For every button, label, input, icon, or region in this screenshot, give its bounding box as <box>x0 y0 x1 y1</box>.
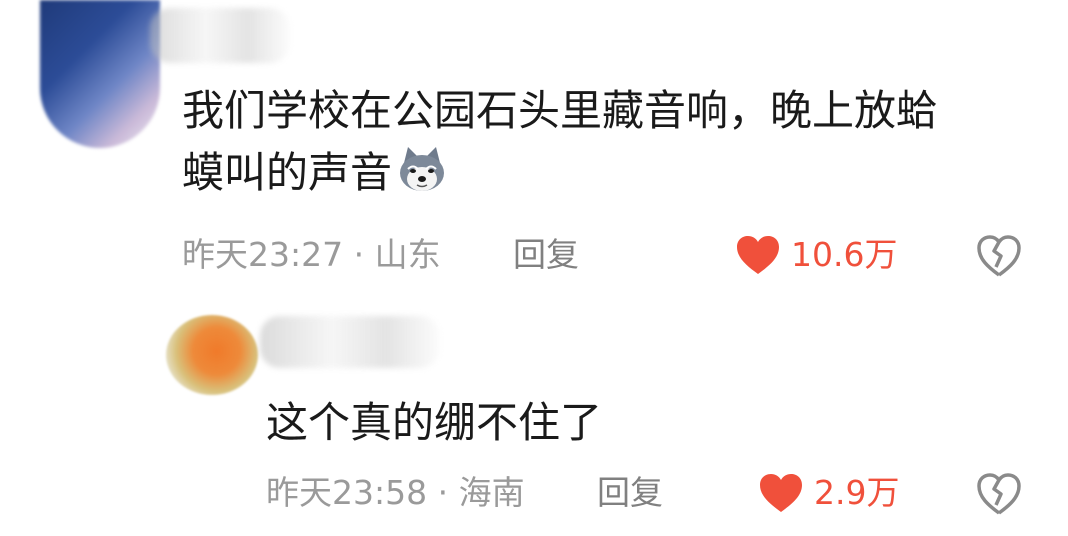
comment-text: 我们学校在公园石头里藏音响，晚上放蛤 蟆叫的声音 <box>182 80 938 204</box>
heart-icon <box>737 236 779 274</box>
comment-text-line2-content: 蟆叫的声音 <box>182 148 393 197</box>
avatar[interactable] <box>40 0 160 148</box>
husky-emoji-icon <box>400 147 445 191</box>
username-blurred[interactable] <box>260 316 440 368</box>
comment-meta: 昨天23:27 · 山东 <box>182 235 441 274</box>
like-button[interactable]: 10.6万 <box>735 233 897 277</box>
comment-item: 我们学校在公园石头里藏音响，晚上放蛤 蟆叫的声音 昨天23:27 · 山东 回复… <box>0 0 1068 290</box>
username-blurred[interactable] <box>150 8 290 63</box>
comment-item: 这个真的绷不住了 昨天23:58 · 海南 回复 2.9万 <box>0 310 1068 536</box>
like-count: 10.6万 <box>791 235 898 274</box>
avatar[interactable] <box>166 315 258 395</box>
comment-text-line1: 我们学校在公园石头里藏音响，晚上放蛤 <box>182 86 939 135</box>
comment-meta: 昨天23:58 · 海南 <box>266 473 525 512</box>
broken-heart-icon[interactable] <box>976 234 1022 278</box>
broken-heart-icon[interactable] <box>976 472 1022 516</box>
comment-text-line2: 蟆叫的声音 <box>182 142 938 204</box>
heart-icon <box>760 474 802 512</box>
reply-button[interactable]: 回复 <box>597 473 663 513</box>
comment-text: 这个真的绷不住了 <box>266 398 603 447</box>
like-count: 2.9万 <box>814 473 900 512</box>
reply-button[interactable]: 回复 <box>513 235 579 275</box>
like-button[interactable]: 2.9万 <box>758 471 899 515</box>
